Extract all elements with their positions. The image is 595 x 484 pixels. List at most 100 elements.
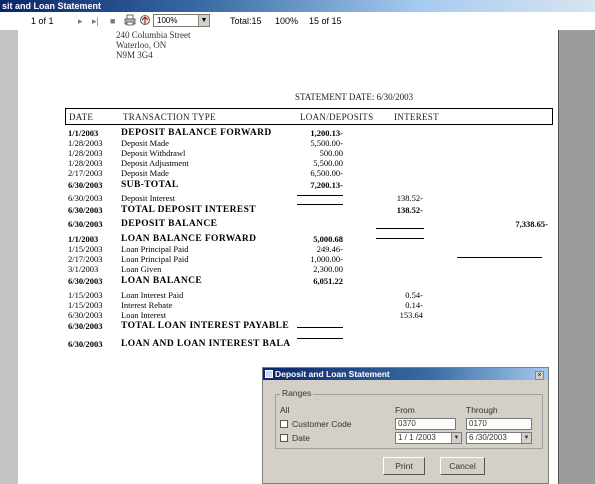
row-loan-deposits: 6,051.22 xyxy=(313,276,343,286)
address-line-3: N9M 3G4 xyxy=(116,50,153,60)
chevron-down-icon[interactable]: ▼ xyxy=(451,433,461,443)
statement-row: 6/30/2003 TOTAL DEPOSIT INTEREST 138.52- xyxy=(18,205,559,215)
customer-code-label: Customer Code xyxy=(292,419,352,429)
date-label: Date xyxy=(292,433,310,443)
statement-row: 6/30/2003 Loan Interest 153.64 xyxy=(18,310,559,320)
row-interest: 153.64 xyxy=(399,310,423,320)
window-title: sit and Loan Statement xyxy=(2,1,102,11)
row-transaction-type: Deposit Adjustment xyxy=(121,158,189,168)
row-date: 6/30/2003 xyxy=(68,205,103,215)
date-checkbox[interactable] xyxy=(280,434,288,442)
row-loan-deposits: 7,200.13- xyxy=(310,180,343,190)
subtotal-rule xyxy=(297,195,343,196)
date-through-value: 6 /30/2003 xyxy=(469,433,507,442)
statement-date: STATEMENT DATE: 6/30/2003 xyxy=(295,92,414,102)
all-label: All xyxy=(280,405,290,415)
row-date: 1/15/2003 xyxy=(68,244,103,254)
print-icon[interactable] xyxy=(124,14,136,29)
next-page-icon[interactable]: ▸ xyxy=(78,15,83,27)
stop-icon[interactable]: ■ xyxy=(110,15,115,27)
row-date: 1/15/2003 xyxy=(68,290,103,300)
header-loan-deposits: LOAN/DEPOSITS xyxy=(300,112,374,122)
row-transaction-type: Loan Principal Paid xyxy=(121,254,189,264)
statement-row: 1/28/2003 Deposit Withdrawl 500.00 xyxy=(18,148,559,158)
address-line-2: Waterloo, ON xyxy=(116,40,167,50)
print-button[interactable]: Print xyxy=(383,457,425,475)
row-date: 6/30/2003 xyxy=(68,180,103,190)
app-icon xyxy=(265,370,273,378)
row-transaction-type: Deposit Made xyxy=(121,168,169,178)
row-loan-deposits: 249.46- xyxy=(316,244,343,254)
loan-balance-rule-double xyxy=(297,338,343,339)
customer-code-checkbox[interactable] xyxy=(280,420,288,428)
right-gutter xyxy=(559,30,595,484)
row-date: 1/28/2003 xyxy=(68,138,103,148)
statement-row: 6/30/2003 DEPOSIT BALANCE 7,338.65- xyxy=(18,219,559,229)
statement-row: 6/30/2003 LOAN AND LOAN INTEREST BALA xyxy=(18,339,559,349)
row-date: 1/28/2003 xyxy=(68,148,103,158)
row-transaction-type: Interest Rebate xyxy=(121,300,173,310)
row-date: 6/30/2003 xyxy=(68,310,103,320)
statement-row: 1/15/2003 Loan Interest Paid 0.54- xyxy=(18,290,559,300)
date-through-picker[interactable]: 6 /30/2003 ▼ xyxy=(466,432,532,444)
row-transaction-type: DEPOSIT BALANCE xyxy=(121,219,218,229)
row-loan-deposits: 5,500.00- xyxy=(310,138,343,148)
row-date: 6/30/2003 xyxy=(68,339,103,349)
row-transaction-type: SUB-TOTAL xyxy=(121,180,179,190)
row-balance: 7,338.65- xyxy=(515,219,548,229)
row-transaction-type: Deposit Made xyxy=(121,138,169,148)
address-line-1: 240 Columbia Street xyxy=(116,30,191,40)
row-loan-deposits: 5,000.68 xyxy=(313,234,343,244)
chevron-down-icon[interactable]: ▼ xyxy=(198,15,209,26)
customer-code-from-input[interactable]: 0370 xyxy=(395,418,456,430)
records-label: 15 of 15 xyxy=(309,16,342,26)
subtotal-rule-double xyxy=(297,204,343,205)
statement-row: 1/15/2003 Loan Principal Paid 249.46- xyxy=(18,244,559,254)
statement-row: 6/30/2003 SUB-TOTAL 7,200.13- xyxy=(18,180,559,190)
row-loan-deposits: 500.00 xyxy=(319,148,343,158)
total-label: Total:15 xyxy=(230,16,262,26)
close-icon[interactable]: × xyxy=(535,371,544,380)
date-from-value: 1 / 1 /2003 xyxy=(398,433,436,442)
row-transaction-type: Loan Interest Paid xyxy=(121,290,184,300)
row-transaction-type: TOTAL LOAN INTEREST PAYABLE xyxy=(121,321,290,331)
row-loan-deposits: 2,300.00 xyxy=(313,264,343,274)
statement-row: 1/28/2003 Deposit Made 5,500.00- xyxy=(18,138,559,148)
viewer-toolbar: 1 of 1 ▸ ▸| ■ 100% ▼ Total:15 100% 15 of… xyxy=(0,12,595,30)
dialog-title-bar[interactable]: Deposit and Loan Statement xyxy=(263,368,548,380)
statement-row: 6/30/2003 TOTAL LOAN INTEREST PAYABLE xyxy=(18,321,559,331)
chevron-down-icon[interactable]: ▼ xyxy=(521,433,531,443)
row-transaction-type: Loan Principal Paid xyxy=(121,244,189,254)
last-page-icon[interactable]: ▸| xyxy=(92,15,99,27)
statement-row: 1/1/2003 DEPOSIT BALANCE FORWARD 1,200.13- xyxy=(18,128,559,138)
deposit-interest-rule xyxy=(376,228,424,229)
statement-row: 3/1/2003 Loan Given 2,300.00 xyxy=(18,264,559,274)
row-date: 1/1/2003 xyxy=(68,234,99,244)
row-transaction-type: DEPOSIT BALANCE FORWARD xyxy=(121,128,272,138)
date-from-picker[interactable]: 1 / 1 /2003 ▼ xyxy=(395,432,462,444)
deposit-interest-rule-double xyxy=(376,238,424,239)
row-date: 6/30/2003 xyxy=(68,276,103,286)
row-interest: 138.52- xyxy=(396,205,423,215)
row-transaction-type: Deposit Interest xyxy=(121,193,176,203)
zoom-select[interactable]: 100% ▼ xyxy=(153,14,210,27)
header-transaction-type: TRANSACTION TYPE xyxy=(123,112,216,122)
dialog-title: Deposit and Loan Statement xyxy=(275,369,390,379)
statement-row: 6/30/2003 Deposit Interest 138.52- xyxy=(18,193,559,203)
loan-balance-rule xyxy=(297,327,343,328)
statement-row: 1/15/2003 Interest Rebate 0.14- xyxy=(18,300,559,310)
row-transaction-type: LOAN BALANCE xyxy=(121,276,203,286)
window-title-bar: sit and Loan Statement xyxy=(0,0,595,12)
row-transaction-type: Loan Given xyxy=(121,264,162,274)
row-date: 6/30/2003 xyxy=(68,193,103,203)
customer-code-through-input[interactable]: 0170 xyxy=(466,418,532,430)
row-interest: 138.52- xyxy=(396,193,423,203)
row-transaction-type: Loan Interest xyxy=(121,310,167,320)
row-date: 3/1/2003 xyxy=(68,264,99,274)
row-date: 1/1/2003 xyxy=(68,128,99,138)
row-date: 2/17/2003 xyxy=(68,168,103,178)
left-gutter xyxy=(0,30,18,484)
export-icon[interactable] xyxy=(139,14,151,29)
statement-row: 2/17/2003 Loan Principal Paid 1,000.00- xyxy=(18,254,559,264)
cancel-button[interactable]: Cancel xyxy=(440,457,485,475)
